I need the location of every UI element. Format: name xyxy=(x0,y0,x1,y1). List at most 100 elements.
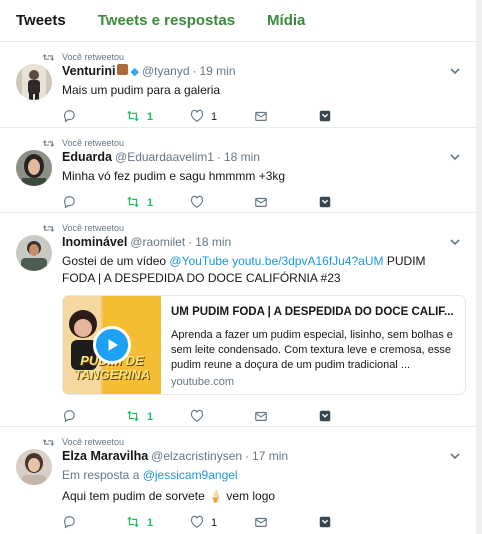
timestamp[interactable]: 18 min xyxy=(224,150,260,164)
heart-icon xyxy=(190,109,204,126)
tweet-header: Inominável @raomilet · 18 min xyxy=(62,235,460,253)
like-button[interactable] xyxy=(190,409,254,426)
share-button[interactable] xyxy=(318,195,382,212)
reply-button[interactable] xyxy=(62,409,126,426)
chevron-down-icon[interactable] xyxy=(448,64,462,78)
retweet-button[interactable]: 1 xyxy=(126,195,190,212)
share-icon xyxy=(318,409,332,426)
profile-timeline: Tweets Tweets e respostas Mídia Você ret… xyxy=(0,0,476,534)
card-thumbnail: PUDIM DE TANGERINA xyxy=(63,296,161,394)
share-button[interactable] xyxy=(318,409,382,426)
tweet-text: Gostei de um vídeo @YouTube youtu.be/3dp… xyxy=(62,253,460,287)
timestamp[interactable]: 19 min xyxy=(200,64,236,78)
tweet-header: Venturini ◆ @tyanyd · 19 min xyxy=(62,64,460,82)
handle[interactable]: @raomilet xyxy=(130,235,185,249)
tab-tweets-and-replies[interactable]: Tweets e respostas xyxy=(98,12,235,29)
display-name[interactable]: Eduarda xyxy=(62,150,112,164)
retweet-context: Você retweetou xyxy=(42,221,460,235)
link-card[interactable]: PUDIM DE TANGERINA UM PUDIM FODA | A DES… xyxy=(62,295,466,395)
mail-icon xyxy=(254,109,268,126)
play-icon[interactable] xyxy=(93,326,131,364)
retweet-button[interactable]: 1 xyxy=(126,409,190,426)
avatar[interactable] xyxy=(16,449,52,485)
dm-button[interactable] xyxy=(254,109,318,126)
tweet-actions: 1 1 xyxy=(62,509,460,534)
dm-button[interactable] xyxy=(254,195,318,212)
url-link[interactable]: youtu.be/3dpvA16fJu4?aUM xyxy=(232,254,383,268)
text-pre: Gostei de um vídeo xyxy=(62,254,170,268)
timestamp[interactable]: 17 min xyxy=(252,449,288,463)
share-icon xyxy=(318,195,332,212)
retweet-button[interactable]: 1 xyxy=(126,109,190,126)
separator-dot: · xyxy=(192,64,197,78)
chevron-down-icon[interactable] xyxy=(448,449,462,463)
dm-button[interactable] xyxy=(254,515,318,532)
retweet-context: Você retweetou xyxy=(42,50,460,64)
like-button[interactable]: 1 xyxy=(190,109,254,126)
handle[interactable]: @Eduardaavelim1 xyxy=(115,150,214,164)
card-body: UM PUDIM FODA | A DESPEDIDA DO DOCE CALI… xyxy=(161,296,465,394)
profile-tabs: Tweets Tweets e respostas Mídia xyxy=(0,0,476,42)
reply-prefix: Em resposta a xyxy=(62,468,143,482)
card-title: UM PUDIM FODA | A DESPEDIDA DO DOCE CALI… xyxy=(171,306,454,318)
avatar[interactable] xyxy=(16,150,52,186)
card-domain: youtube.com xyxy=(171,376,234,388)
retweet-icon xyxy=(126,109,140,126)
handle[interactable]: @tyanyd xyxy=(142,64,190,78)
share-button[interactable] xyxy=(318,109,382,126)
retweet-button[interactable]: 1 xyxy=(126,515,190,532)
display-name[interactable]: Venturini xyxy=(62,64,115,78)
tweet-header: Eduarda @Eduardaavelim1 · 18 min xyxy=(62,150,460,168)
share-button[interactable] xyxy=(318,515,382,532)
mail-icon xyxy=(254,515,268,532)
like-button[interactable]: 1 xyxy=(190,515,254,532)
chevron-down-icon[interactable] xyxy=(448,150,462,164)
avatar[interactable] xyxy=(16,64,52,100)
display-name[interactable]: Inominável xyxy=(62,235,127,249)
reply-button[interactable] xyxy=(62,515,126,532)
display-name[interactable]: Elza Maravilha xyxy=(62,449,148,463)
tweet-item[interactable]: Você retweetou Venturini ◆ @tyanyd · 19 … xyxy=(0,42,476,128)
retweet-count: 1 xyxy=(147,517,154,529)
retweet-count: 1 xyxy=(147,111,154,123)
reply-icon xyxy=(62,409,76,426)
tweet-item[interactable]: Você retweetou Elza Maravilha @elzacrist… xyxy=(0,427,476,534)
dm-button[interactable] xyxy=(254,409,318,426)
avatar[interactable] xyxy=(16,235,52,271)
mail-icon xyxy=(254,409,268,426)
tweet-item[interactable]: Você retweetou Inominável @raomilet · 18… xyxy=(0,213,476,427)
tweet-text: Minha vó fez pudim e sagu hmmmm +3kg xyxy=(62,169,286,183)
retweet-icon xyxy=(42,437,56,447)
timestamp[interactable]: 18 min xyxy=(195,235,231,249)
context-label: Você retweetou xyxy=(62,52,125,62)
mention-link[interactable]: @YouTube xyxy=(169,254,228,268)
tweet-actions: 1 1 xyxy=(62,103,460,131)
retweet-count: 1 xyxy=(147,411,154,423)
share-icon xyxy=(318,109,332,126)
tweet-text: Aqui tem pudim de sorvete 🍦 vem logo xyxy=(62,489,276,503)
tab-tweets[interactable]: Tweets xyxy=(16,12,66,29)
scrollbar[interactable] xyxy=(476,0,482,534)
like-button[interactable] xyxy=(190,195,254,212)
separator-dot: · xyxy=(216,150,221,164)
mail-icon xyxy=(254,195,268,212)
share-icon xyxy=(318,515,332,532)
heart-icon xyxy=(190,409,204,426)
retweet-context: Você retweetou xyxy=(42,136,460,150)
tab-media[interactable]: Mídia xyxy=(267,12,305,29)
emoji-person-icon xyxy=(117,64,129,75)
reply-to-link[interactable]: @jessicam9angel xyxy=(143,468,238,482)
retweet-icon xyxy=(42,138,56,148)
reply-button[interactable] xyxy=(62,195,126,212)
retweet-icon xyxy=(42,223,56,233)
separator-dot: · xyxy=(188,235,193,249)
reply-context: Em resposta a @jessicam9angel xyxy=(62,467,460,484)
reply-icon xyxy=(62,515,76,532)
tweet-header: Elza Maravilha @elzacristinysen · 17 min xyxy=(62,449,460,467)
reply-button[interactable] xyxy=(62,109,126,126)
handle[interactable]: @elzacristinysen xyxy=(151,449,242,463)
chevron-down-icon[interactable] xyxy=(448,235,462,249)
tweet-item[interactable]: Você retweetou Eduarda @Eduardaavelim1 ·… xyxy=(0,128,476,213)
context-label: Você retweetou xyxy=(62,437,125,447)
reply-icon xyxy=(62,195,76,212)
